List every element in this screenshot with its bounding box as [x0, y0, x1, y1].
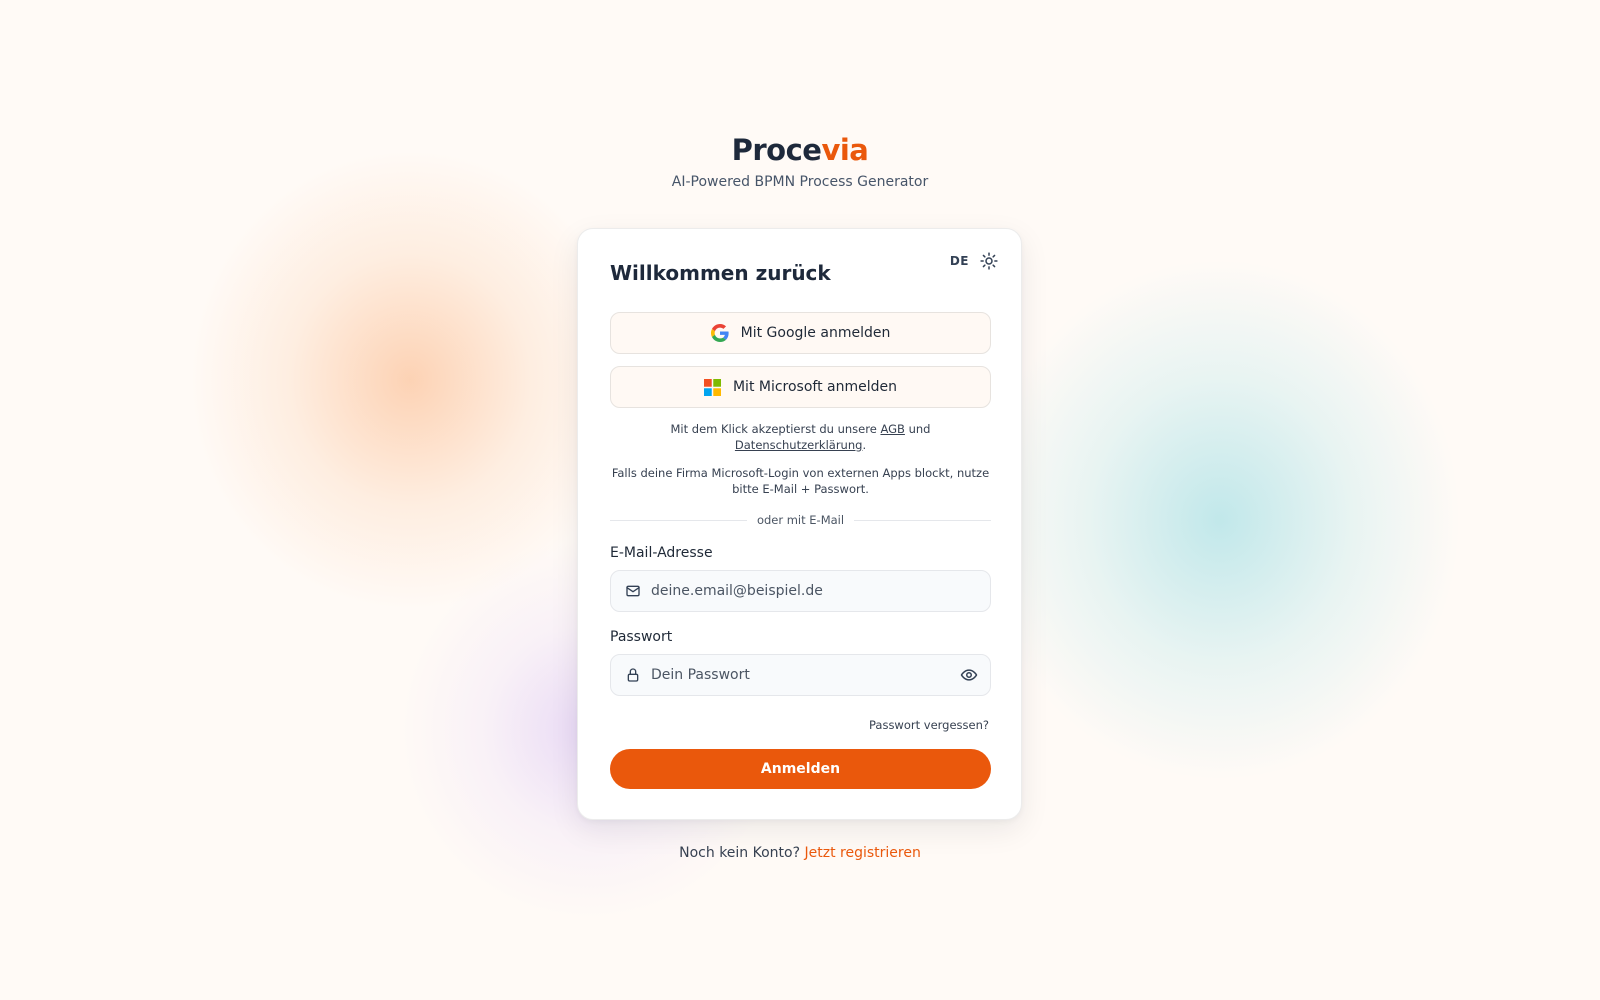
login-card: Willkommen zurück DE Mit Google anmelden…	[577, 228, 1022, 820]
lock-icon	[627, 668, 639, 682]
divider-line-right	[854, 519, 992, 521]
microsoft-signin-label: Mit Microsoft anmelden	[732, 379, 898, 395]
email-label: E-Mail-Adresse	[610, 545, 713, 561]
legal-middle: und	[904, 422, 931, 436]
microsoft-icon	[703, 378, 721, 396]
divider: oder mit E-Mail	[610, 513, 992, 527]
brand-header: Procevia AI-Powered BPMN Process Generat…	[0, 132, 1600, 190]
divider-line-left	[610, 519, 747, 521]
login-submit-button[interactable]: Anmelden	[610, 749, 991, 789]
logo-accent: via	[821, 133, 869, 167]
microsoft-signin-button[interactable]: Mit Microsoft anmelden	[610, 366, 991, 408]
password-field[interactable]	[610, 654, 991, 696]
language-toggle[interactable]: DE	[950, 254, 969, 268]
email-field[interactable]	[610, 570, 991, 612]
background-blob-teal	[980, 260, 1460, 780]
sun-icon	[980, 252, 998, 270]
forgot-password-link[interactable]: Passwort vergessen?	[869, 718, 989, 732]
eye-icon[interactable]	[960, 666, 978, 684]
divider-text: oder mit E-Mail	[756, 513, 845, 527]
legal-notice: Mit dem Klick akzeptierst du unsere AGB …	[610, 421, 991, 453]
password-label: Passwort	[610, 629, 673, 645]
register-link[interactable]: Jetzt registrieren	[805, 845, 921, 861]
microsoft-hint: Falls deine Firma Microsoft-Login von ex…	[611, 466, 990, 496]
legal-prefix: Mit dem Klick akzeptierst du unsere	[670, 422, 881, 436]
theme-toggle-button[interactable]	[979, 251, 999, 271]
background-blob-orange	[190, 150, 630, 610]
login-page: Procevia AI-Powered BPMN Process Generat…	[0, 0, 1600, 1000]
legal-suffix: .	[862, 438, 867, 452]
logo: Procevia	[0, 132, 1600, 168]
signup-prompt-text: Noch kein Konto?	[679, 845, 805, 861]
google-signin-button[interactable]: Mit Google anmelden	[610, 312, 991, 354]
signup-prompt: Noch kein Konto? Jetzt registrieren	[0, 845, 1600, 861]
google-signin-label: Mit Google anmelden	[740, 325, 891, 341]
google-icon	[710, 324, 729, 342]
tagline: AI-Powered BPMN Process Generator	[671, 174, 929, 190]
terms-link[interactable]: AGB	[880, 422, 904, 436]
password-input[interactable]	[651, 655, 960, 695]
email-input[interactable]	[651, 571, 990, 611]
logo-main: Proce	[731, 133, 822, 167]
privacy-link[interactable]: Datenschutzerklärung	[735, 438, 863, 452]
mail-icon	[626, 585, 640, 597]
card-title: Willkommen zurück	[610, 261, 831, 285]
